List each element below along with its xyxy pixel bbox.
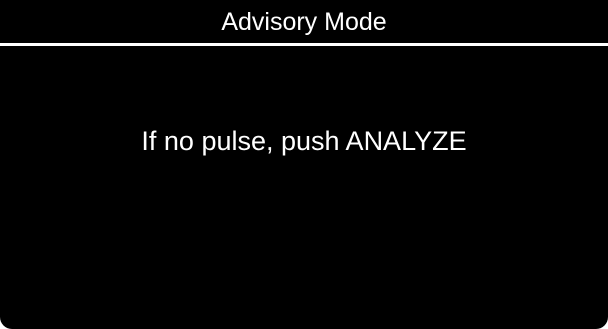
title-bar: Advisory Mode xyxy=(0,0,608,46)
message-area: If no pulse, push ANALYZE xyxy=(0,46,608,329)
device-display: Advisory Mode If no pulse, push ANALYZE xyxy=(0,0,608,329)
instruction-message: If no pulse, push ANALYZE xyxy=(141,126,467,156)
mode-title: Advisory Mode xyxy=(221,8,387,36)
